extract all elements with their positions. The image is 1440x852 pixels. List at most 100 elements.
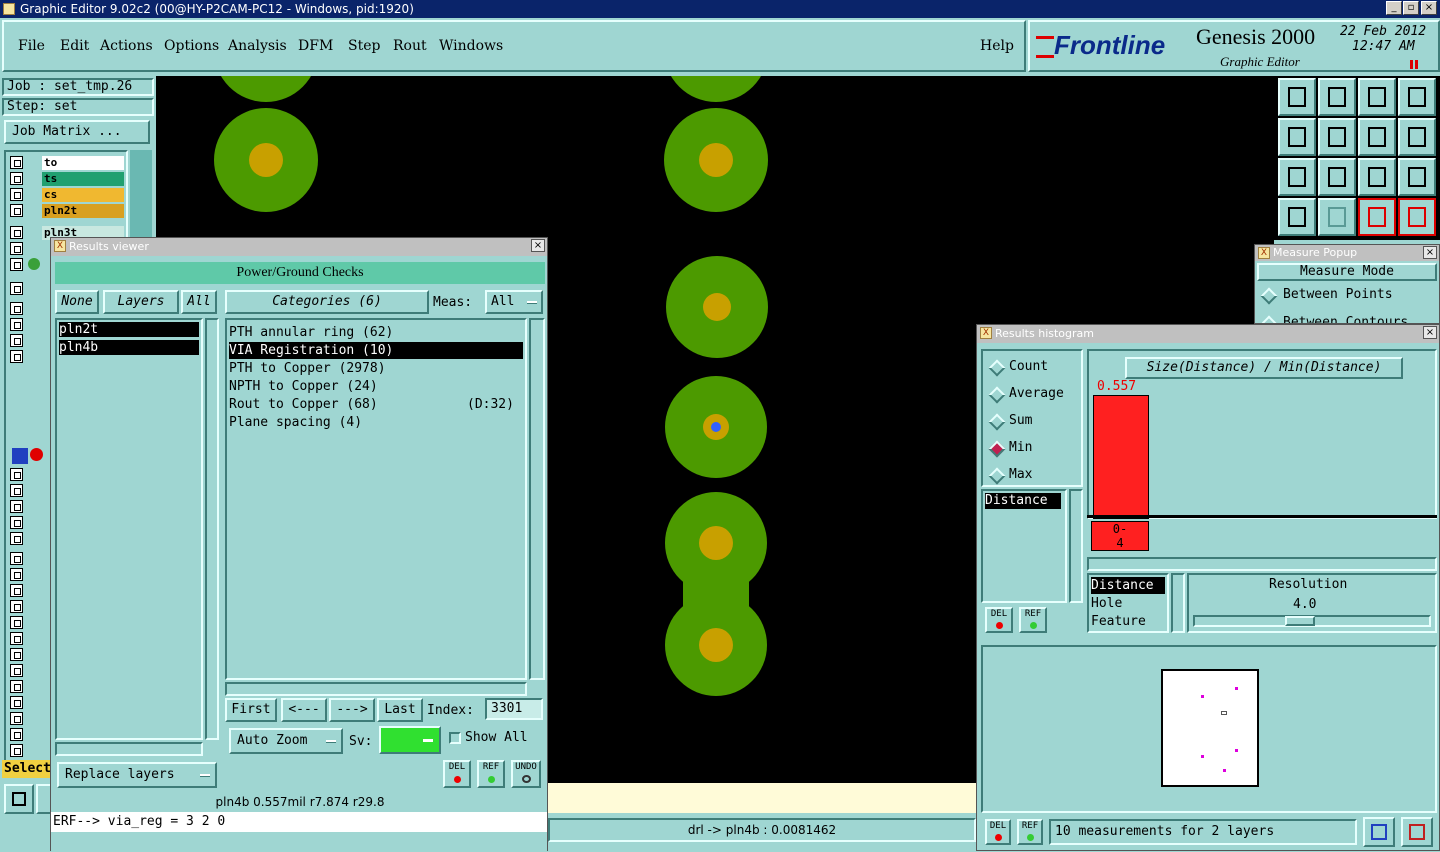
- histogram-tool-button[interactable]: [1401, 817, 1433, 847]
- layer-checkbox[interactable]: [10, 632, 23, 645]
- tool-button[interactable]: [1398, 198, 1436, 236]
- histogram-tool-button[interactable]: [1363, 817, 1395, 847]
- minimize-button[interactable]: _: [1386, 1, 1402, 15]
- histogram-hscrollbar[interactable]: [1087, 557, 1437, 571]
- show-all-checkbox[interactable]: [449, 732, 461, 744]
- layer-checkbox[interactable]: [10, 584, 23, 597]
- layers-button[interactable]: Layers: [103, 290, 179, 314]
- menu-analysis[interactable]: Analysis: [228, 38, 287, 54]
- menu-help[interactable]: Help: [980, 38, 1014, 54]
- job-matrix-button[interactable]: Job Matrix ...: [4, 120, 150, 144]
- sum-label[interactable]: Sum: [1009, 413, 1032, 428]
- categories-button[interactable]: Categories (6): [225, 290, 429, 314]
- layer-checkbox-ts[interactable]: [10, 172, 23, 185]
- average-radio[interactable]: [988, 386, 1006, 404]
- layer-checkbox[interactable]: [10, 282, 23, 295]
- tool-button[interactable]: [1278, 198, 1316, 236]
- tool-button[interactable]: [1398, 78, 1436, 116]
- max-radio[interactable]: [988, 467, 1006, 485]
- between-points-radio[interactable]: [1260, 287, 1278, 305]
- field-scrollbar[interactable]: [1069, 489, 1083, 603]
- histogram-del-button[interactable]: DEL: [985, 607, 1013, 633]
- last-button[interactable]: Last: [377, 698, 423, 722]
- tool-button[interactable]: [1358, 158, 1396, 196]
- menu-dfm[interactable]: DFM: [298, 38, 333, 54]
- close-icon[interactable]: ×: [1423, 246, 1437, 259]
- layer-pln2t[interactable]: pln2t: [42, 204, 124, 218]
- layer-checkbox-cs[interactable]: [10, 188, 23, 201]
- select-tool-button[interactable]: [4, 784, 34, 814]
- categories-hscrollbar[interactable]: [225, 682, 527, 696]
- tool-button[interactable]: [1318, 118, 1356, 156]
- category-item[interactable]: NPTH to Copper (24): [229, 378, 523, 395]
- layer-checkbox[interactable]: [10, 712, 23, 725]
- average-label[interactable]: Average: [1009, 386, 1064, 401]
- layer-checkbox[interactable]: [10, 648, 23, 661]
- layer-checkbox-pln3t[interactable]: [10, 226, 23, 239]
- layer-checkbox[interactable]: [10, 680, 23, 693]
- layer-checkbox[interactable]: [10, 552, 23, 565]
- index-input[interactable]: 3301: [485, 698, 543, 720]
- menu-edit[interactable]: Edit: [60, 38, 89, 54]
- layer-checkbox[interactable]: [10, 350, 23, 363]
- max-label[interactable]: Max: [1009, 467, 1032, 482]
- tool-button[interactable]: [1398, 158, 1436, 196]
- close-button[interactable]: ×: [1421, 1, 1437, 15]
- menu-windows[interactable]: Windows: [439, 38, 503, 54]
- sum-radio[interactable]: [988, 413, 1006, 431]
- layer-checkbox[interactable]: [10, 242, 23, 255]
- resolution-slider[interactable]: [1193, 615, 1431, 627]
- histogram-bin[interactable]: 0- 4: [1091, 521, 1149, 551]
- footer-del-button[interactable]: DEL: [985, 819, 1011, 845]
- tool-button[interactable]: [1358, 78, 1396, 116]
- menu-rout[interactable]: Rout: [393, 38, 427, 54]
- layer-checkbox[interactable]: [10, 334, 23, 347]
- layer-checkbox[interactable]: [10, 318, 23, 331]
- undo-button[interactable]: UNDO: [511, 760, 541, 788]
- count-radio[interactable]: [988, 359, 1006, 377]
- tool-button[interactable]: [1398, 118, 1436, 156]
- menu-file[interactable]: File: [18, 38, 45, 54]
- layer-checkbox[interactable]: [10, 744, 23, 757]
- category-item[interactable]: VIA Registration (10): [229, 342, 523, 359]
- results-layer-item[interactable]: pln2t: [59, 322, 199, 337]
- tool-button[interactable]: [1358, 198, 1396, 236]
- tool-button[interactable]: [1318, 158, 1356, 196]
- layer-checkbox[interactable]: [10, 532, 23, 545]
- layer-checkbox-pln2t[interactable]: [10, 204, 23, 217]
- layer-checkbox[interactable]: [10, 568, 23, 581]
- min-label[interactable]: Min: [1009, 440, 1032, 455]
- first-button[interactable]: First: [225, 698, 277, 722]
- next-button[interactable]: --->: [329, 698, 375, 722]
- all-button[interactable]: All: [181, 290, 217, 314]
- tool-button[interactable]: [1278, 118, 1316, 156]
- sv-dropdown[interactable]: [379, 726, 441, 754]
- between-contours-label[interactable]: Between Contours: [1283, 315, 1408, 323]
- sort-item[interactable]: Feature: [1091, 613, 1165, 630]
- replace-layers-dropdown[interactable]: Replace layers: [57, 762, 217, 788]
- sort-scrollbar[interactable]: [1171, 573, 1185, 633]
- tool-button[interactable]: [1278, 78, 1316, 116]
- tool-button[interactable]: [1278, 158, 1316, 196]
- layer-cs[interactable]: cs: [42, 188, 124, 202]
- maximize-button[interactable]: ▫: [1403, 1, 1419, 15]
- layer-checkbox[interactable]: [10, 500, 23, 513]
- sort-item[interactable]: Hole: [1091, 595, 1165, 612]
- layer-checkbox[interactable]: [10, 468, 23, 481]
- layer-checkbox[interactable]: [10, 728, 23, 741]
- tool-button[interactable]: [1358, 118, 1396, 156]
- layer-checkbox[interactable]: [10, 664, 23, 677]
- layer-checkbox-to[interactable]: [10, 156, 23, 169]
- sort-item[interactable]: Distance: [1091, 577, 1165, 594]
- del-button[interactable]: DEL: [443, 760, 471, 788]
- meas-dropdown[interactable]: All: [485, 290, 543, 314]
- results-layer-item[interactable]: pln4b: [59, 340, 199, 355]
- layer-ts[interactable]: ts: [42, 172, 124, 186]
- histogram-ref-button[interactable]: REF: [1019, 607, 1047, 633]
- layer-list-hscrollbar[interactable]: [55, 742, 203, 756]
- layer-list-scrollbar[interactable]: [205, 318, 219, 740]
- categories-scrollbar[interactable]: [529, 318, 545, 680]
- none-button[interactable]: None: [55, 290, 99, 314]
- auto-zoom-dropdown[interactable]: Auto Zoom: [229, 728, 343, 754]
- category-item[interactable]: Rout to Copper (68) (D:32): [229, 396, 523, 413]
